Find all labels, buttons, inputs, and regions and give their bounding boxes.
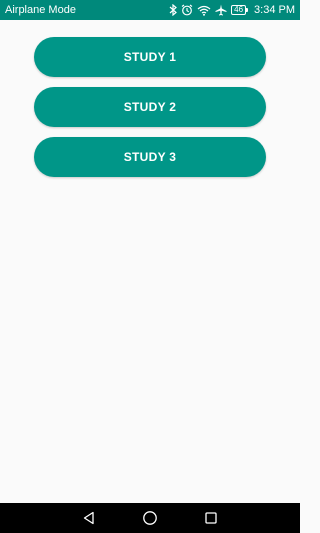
home-icon[interactable] [140,508,160,528]
recents-icon[interactable] [201,508,221,528]
main-content: STUDY 1 STUDY 2 STUDY 3 [0,20,300,503]
alarm-icon [181,3,193,17]
study-2-button[interactable]: STUDY 2 [34,87,266,127]
wifi-icon [197,3,211,17]
battery-level: 46 [234,5,244,14]
bluetooth-icon [169,3,178,17]
clock: 3:34 PM [254,4,295,16]
battery-icon: 46 [231,5,248,15]
airplane-icon [215,3,227,17]
airplane-mode-label: Airplane Mode [5,4,76,16]
study-3-button[interactable]: STUDY 3 [34,137,266,177]
study-1-button[interactable]: STUDY 1 [34,37,266,77]
navigation-bar [0,503,300,533]
back-icon[interactable] [79,508,99,528]
status-bar: Airplane Mode 46 3:34 PM [0,0,300,20]
